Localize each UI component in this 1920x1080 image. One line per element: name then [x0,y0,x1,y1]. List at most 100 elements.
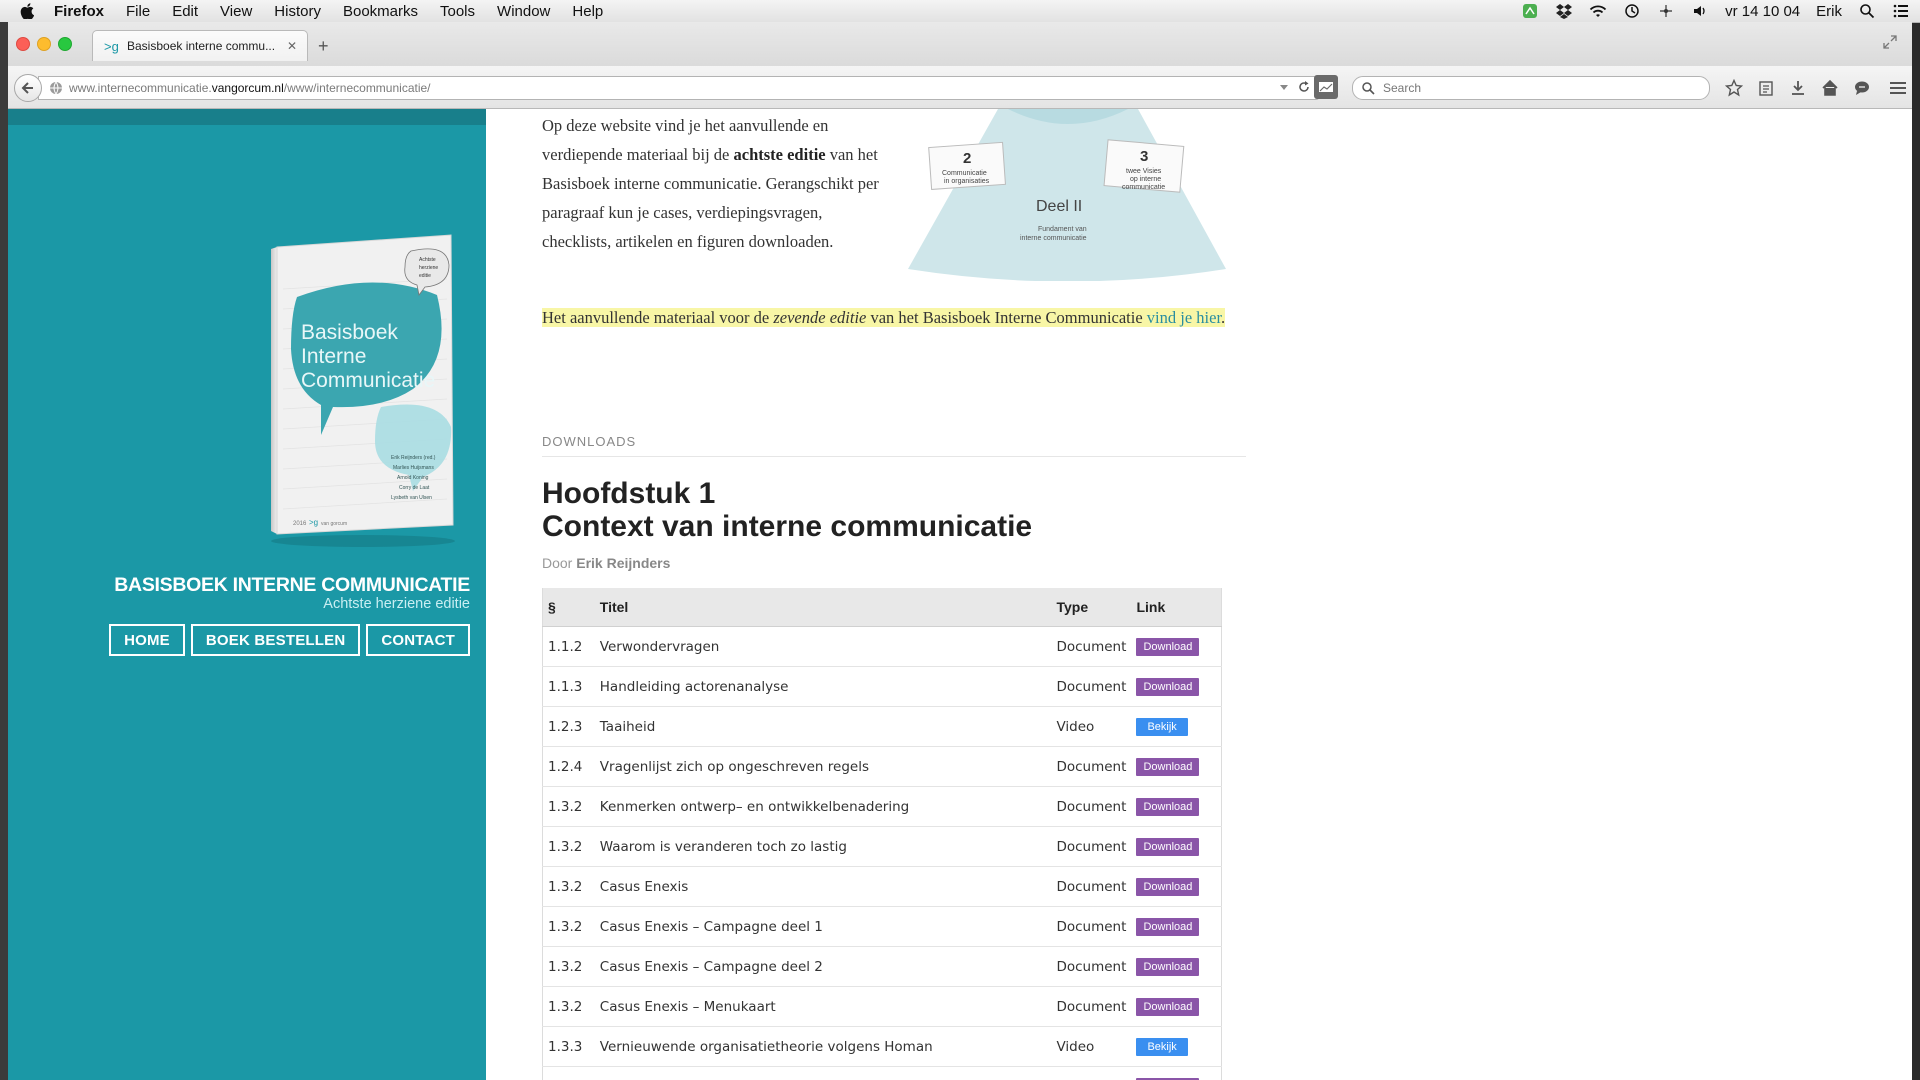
table-cell-link: Download [1131,906,1222,947]
svg-text:Achtste: Achtste [419,257,436,263]
home-icon[interactable] [1820,78,1840,98]
download-button[interactable]: Download [1136,637,1200,656]
download-button[interactable]: Download [1136,957,1200,976]
nav-contact-button[interactable]: CONTACT [366,624,470,656]
table-cell-type: Document [1051,906,1132,947]
pocket-icon[interactable] [1314,75,1338,99]
table-row: 1.2.3 Taaiheid Video Bekijk [542,706,1222,747]
column-header-link: Link [1131,588,1222,627]
svg-text:Lysbeth van Ulsen: Lysbeth van Ulsen [391,495,432,501]
seventh-edition-notice: Het aanvullende materiaal voor de zevend… [542,308,1226,327]
table-cell-link: Download [1131,786,1222,827]
table-cell-type: Document [1051,666,1132,707]
table-cell-section: 1.3.3 [542,1026,595,1067]
svg-text:herziene: herziene [419,265,438,271]
svg-text:editie: editie [419,273,431,279]
table-row: 1.3.2 Casus Enexis – Campagne deel 2 Docum… [542,946,1222,987]
notification-center-icon[interactable] [1892,2,1910,20]
tab-close-icon[interactable]: ✕ [285,39,299,53]
downloads-section-label: DOWNLOADS [542,434,637,449]
menu-file[interactable]: File [126,3,150,20]
download-button[interactable]: Download [1136,837,1200,856]
bekijk-button[interactable]: Bekijk [1136,1037,1188,1056]
dropbox-icon[interactable] [1555,2,1573,20]
close-window-button[interactable] [16,37,30,51]
reading-list-icon[interactable] [1756,78,1776,98]
menubar-user[interactable]: Erik [1816,3,1842,20]
site-nav: HOME BOEK BESTELLEN CONTACT [109,624,470,656]
download-button[interactable]: Download [1136,677,1200,696]
bekijk-button[interactable]: Bekijk [1136,717,1188,736]
zoom-window-button[interactable] [58,37,72,51]
menu-help[interactable]: Help [572,3,603,20]
svg-text:Corry de Laat: Corry de Laat [399,485,430,491]
spotlight-search-icon[interactable] [1858,2,1876,20]
tab-active[interactable]: >g Basisboek interne commu... ✕ [92,30,308,61]
globe-icon [49,80,65,96]
navigation-toolbar: www.internecommunicatie. vangorcum.nl/www… [8,66,1912,109]
svg-text:Communicatie: Communicatie [301,369,435,392]
menu-window[interactable]: Window [497,3,550,20]
table-cell-type: Document [1051,1066,1132,1080]
url-bar[interactable]: www.internecommunicatie. vangorcum.nl/www… [38,76,1320,100]
download-button[interactable]: Download [1136,917,1200,936]
url-prefix: www.internecommunicatie. [69,81,212,95]
download-button[interactable]: Download [1136,797,1200,816]
table-cell-type: Document [1051,746,1132,787]
section-divider [542,456,1246,457]
menu-tools[interactable]: Tools [440,3,475,20]
search-bar[interactable] [1352,76,1710,100]
time-machine-icon[interactable] [1623,2,1641,20]
search-icon [1361,80,1377,96]
download-button[interactable]: Download [1136,757,1200,776]
site-sidebar: Basisboek Interne Communicatie Achtste h… [8,109,486,1080]
table-row: 1.3.2 Casus Enexis – Campagne deel 1 Docum… [542,906,1222,947]
reload-icon[interactable] [1297,80,1311,97]
table-row: 1.2.4 Vragenlijst zich op ongeschreven re… [542,746,1222,787]
bluetooth-arrows-icon[interactable] [1657,2,1675,20]
menu-hamburger-icon[interactable] [1888,78,1908,98]
search-input[interactable] [1383,81,1683,95]
svg-text:twee Visies: twee Visies [1126,168,1162,175]
table-row: 1.3.2 Casus Enexis Document Download [542,866,1222,907]
minimize-window-button[interactable] [37,37,51,51]
apple-menu-icon[interactable] [16,0,38,22]
hero-illustration: 2 Communicatie in organisaties 3 twee Vi… [908,109,1226,282]
wifi-icon[interactable] [1589,2,1607,20]
bookmark-star-icon[interactable] [1724,78,1744,98]
nav-home-button[interactable]: HOME [109,624,185,656]
table-cell-section: 1.2.3 [542,706,595,747]
nav-boek-bestellen-button[interactable]: BOEK BESTELLEN [190,624,361,656]
site-title[interactable]: BASISBOEK INTERNE COMMUNICATIE [114,574,470,597]
svg-text:van gorcum: van gorcum [321,521,347,527]
table-cell-title: Vernieuwende organisatietheorie volgens … [594,1026,1052,1067]
table-cell-section: 1.3.2 [542,826,595,867]
fullscreen-icon[interactable] [1882,34,1898,50]
download-button[interactable]: Download [1136,997,1200,1016]
menu-view[interactable]: View [220,3,252,20]
new-tab-button[interactable]: + [318,37,329,55]
window-controls [16,37,72,51]
table-cell-link: Download [1131,626,1222,667]
macos-menubar: Firefox File Edit View History Bookmarks… [0,0,1920,23]
downloads-icon[interactable] [1788,78,1808,98]
table-cell-title: Handleiding actorenanalyse [594,666,1052,707]
back-button[interactable] [14,74,42,102]
seventh-edition-link[interactable]: vind je hier [1147,308,1221,327]
chat-icon[interactable] [1852,78,1872,98]
table-row: 1.3.2 Waarom is veranderen toch zo lastig… [542,826,1222,867]
url-dropdown-icon[interactable] [1279,80,1289,97]
download-button[interactable]: Download [1136,877,1200,896]
hero-deel-label: Deel II [1036,198,1082,215]
table-row: 1.1.2 Verwondervragen Document Download [542,626,1222,667]
menu-history[interactable]: History [274,3,321,20]
menu-edit[interactable]: Edit [172,3,198,20]
menu-bookmarks[interactable]: Bookmarks [343,3,418,20]
menu-app-name[interactable]: Firefox [54,3,104,20]
intro-bold-edition: achtste editie [733,145,826,164]
menubar-clock[interactable]: vr 14 10 04 [1725,3,1800,20]
evernote-status-icon[interactable] [1521,2,1539,20]
volume-icon[interactable] [1691,2,1709,20]
svg-text:Fundament van: Fundament van [1038,226,1087,233]
browser-window: >g Basisboek interne commu... ✕ + www.in… [8,22,1912,1080]
